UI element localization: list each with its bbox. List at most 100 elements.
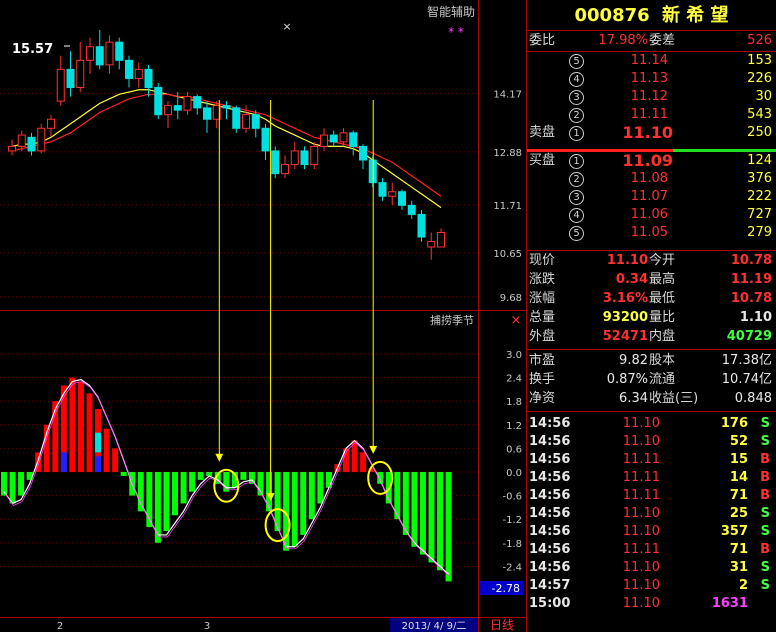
tick-price: 11.10 xyxy=(622,596,660,611)
histogram-bar xyxy=(103,428,110,472)
candle-body xyxy=(310,145,319,166)
level-number: 4 xyxy=(569,72,584,87)
sell-price: 11.10 xyxy=(622,123,673,142)
histogram-bar xyxy=(172,472,178,516)
candle-body xyxy=(17,134,26,147)
histogram-bar xyxy=(402,472,409,535)
stat-row: 涨幅 3.16% 最低 10.78 xyxy=(527,290,776,308)
blue-bar xyxy=(95,456,102,472)
osc-tick-label: -0.6 xyxy=(502,492,522,503)
tick-price: 11.10 xyxy=(622,578,660,593)
sell-price: 11.14 xyxy=(630,53,668,68)
tick-volume: 14 xyxy=(729,470,748,485)
tick-time: 14:56 xyxy=(529,452,571,467)
buy-price: 11.08 xyxy=(630,171,668,186)
date-label: 2013/ 4/ 9/二 xyxy=(402,621,467,632)
tick-side: S xyxy=(760,416,770,431)
buy-price: 11.05 xyxy=(630,225,668,240)
stat-label: 涨跌 xyxy=(529,272,556,287)
tick-volume: 71 xyxy=(729,488,748,503)
histogram-bar xyxy=(9,472,16,504)
price-tick-label: 10.65 xyxy=(493,249,522,260)
stock-header: 000876 新 希 望 xyxy=(527,4,776,28)
histogram-bar xyxy=(197,472,204,480)
candle-body xyxy=(105,41,114,66)
candle-body xyxy=(329,134,338,143)
candle-body xyxy=(86,46,94,61)
sell-volume: 226 xyxy=(747,71,772,86)
tick-volume: 15 xyxy=(729,452,748,467)
tick-price: 11.10 xyxy=(622,434,660,449)
sell-volume: 30 xyxy=(755,89,772,104)
candle-body xyxy=(76,59,85,88)
histogram-bar xyxy=(180,472,187,504)
stat-label: 最高 xyxy=(649,272,676,287)
sell-row: 卖盘 1 11.10 250 xyxy=(527,124,776,142)
tick-price: 11.11 xyxy=(622,542,660,557)
tick-time: 14:56 xyxy=(529,416,571,431)
histogram-bar xyxy=(240,472,247,480)
histogram-bar xyxy=(377,472,384,484)
tick-price: 11.10 xyxy=(622,560,660,575)
candle-body xyxy=(66,68,75,88)
sell-price: 11.12 xyxy=(630,89,668,104)
tick-volume: 31 xyxy=(729,560,748,575)
level-number: 3 xyxy=(569,90,584,105)
histogram-bar xyxy=(428,472,435,563)
buy-volume: 376 xyxy=(747,171,772,186)
stat-row: 现价 11.10 今开 10.78 xyxy=(527,252,776,270)
stat-label: 外盘 xyxy=(529,329,556,344)
stat-value: 11.19 xyxy=(730,272,772,287)
sell-bar xyxy=(527,149,673,152)
histogram-bar xyxy=(163,472,170,531)
buy-volume: 124 xyxy=(747,153,772,168)
sell-row: 5 11.14 153 xyxy=(527,52,776,70)
candle-body xyxy=(134,68,143,79)
level-number: 5 xyxy=(569,226,584,241)
sell-price: 11.13 xyxy=(630,71,668,86)
weicha-label: 委差 xyxy=(649,33,676,48)
histogram-bar xyxy=(291,472,298,547)
buy-price: 11.09 xyxy=(622,151,673,170)
candle-body xyxy=(56,68,65,102)
tick-price: 11.11 xyxy=(622,452,660,467)
candle-body xyxy=(164,105,172,116)
period-label[interactable]: 日线 xyxy=(490,618,514,632)
histogram-bar xyxy=(189,472,196,492)
stat-value: 52471 xyxy=(602,329,648,344)
osc-tick-label: 2.4 xyxy=(506,374,522,385)
stat-value: 10.78 xyxy=(730,253,772,268)
sub-indicator-title[interactable]: 捕捞季节 xyxy=(430,313,474,327)
stars-marker: * * xyxy=(448,25,464,39)
candle-body xyxy=(242,114,250,129)
candle-body xyxy=(261,127,270,152)
osc-tick-label: 1.2 xyxy=(506,421,522,432)
histogram-bar xyxy=(112,448,119,472)
histogram-bar xyxy=(360,452,367,472)
tick-volume: 2 xyxy=(738,578,748,593)
osc-tick-label: 0.6 xyxy=(506,444,522,455)
level-number: 1 xyxy=(569,126,584,141)
histogram-bar xyxy=(137,472,144,512)
candle-body xyxy=(47,118,55,129)
stat-row: 总量 93200 量比 1.10 xyxy=(527,309,776,327)
chart-area[interactable]: 14.17 12.88 11.71 10.65 9.68 3.0 2.4 1.8 1.2 0.6 0… xyxy=(0,0,527,632)
buy-row: 3 11.07 222 xyxy=(527,188,776,206)
stat-value: 40729 xyxy=(726,329,772,344)
sell-row: 3 11.12 30 xyxy=(527,88,776,106)
fund-label: 市盈 xyxy=(529,353,556,368)
tick-side: B xyxy=(760,470,770,485)
candle-body xyxy=(144,68,153,88)
candle-body xyxy=(8,145,16,152)
indicator-title[interactable]: 智能辅助 xyxy=(427,4,475,19)
candle-body xyxy=(359,145,367,161)
close-icon[interactable]: × xyxy=(511,313,522,328)
histogram-bar xyxy=(266,472,273,512)
histogram-bar xyxy=(69,377,76,472)
fund-row: 净资 6.34 收益(三) 0.848 xyxy=(527,390,776,408)
stat-label: 涨幅 xyxy=(529,291,556,306)
buy-label: 买盘 xyxy=(529,153,556,168)
osc-tick-label: 0.0 xyxy=(506,468,522,479)
candle-body xyxy=(290,150,299,166)
stat-label: 现价 xyxy=(529,253,556,268)
